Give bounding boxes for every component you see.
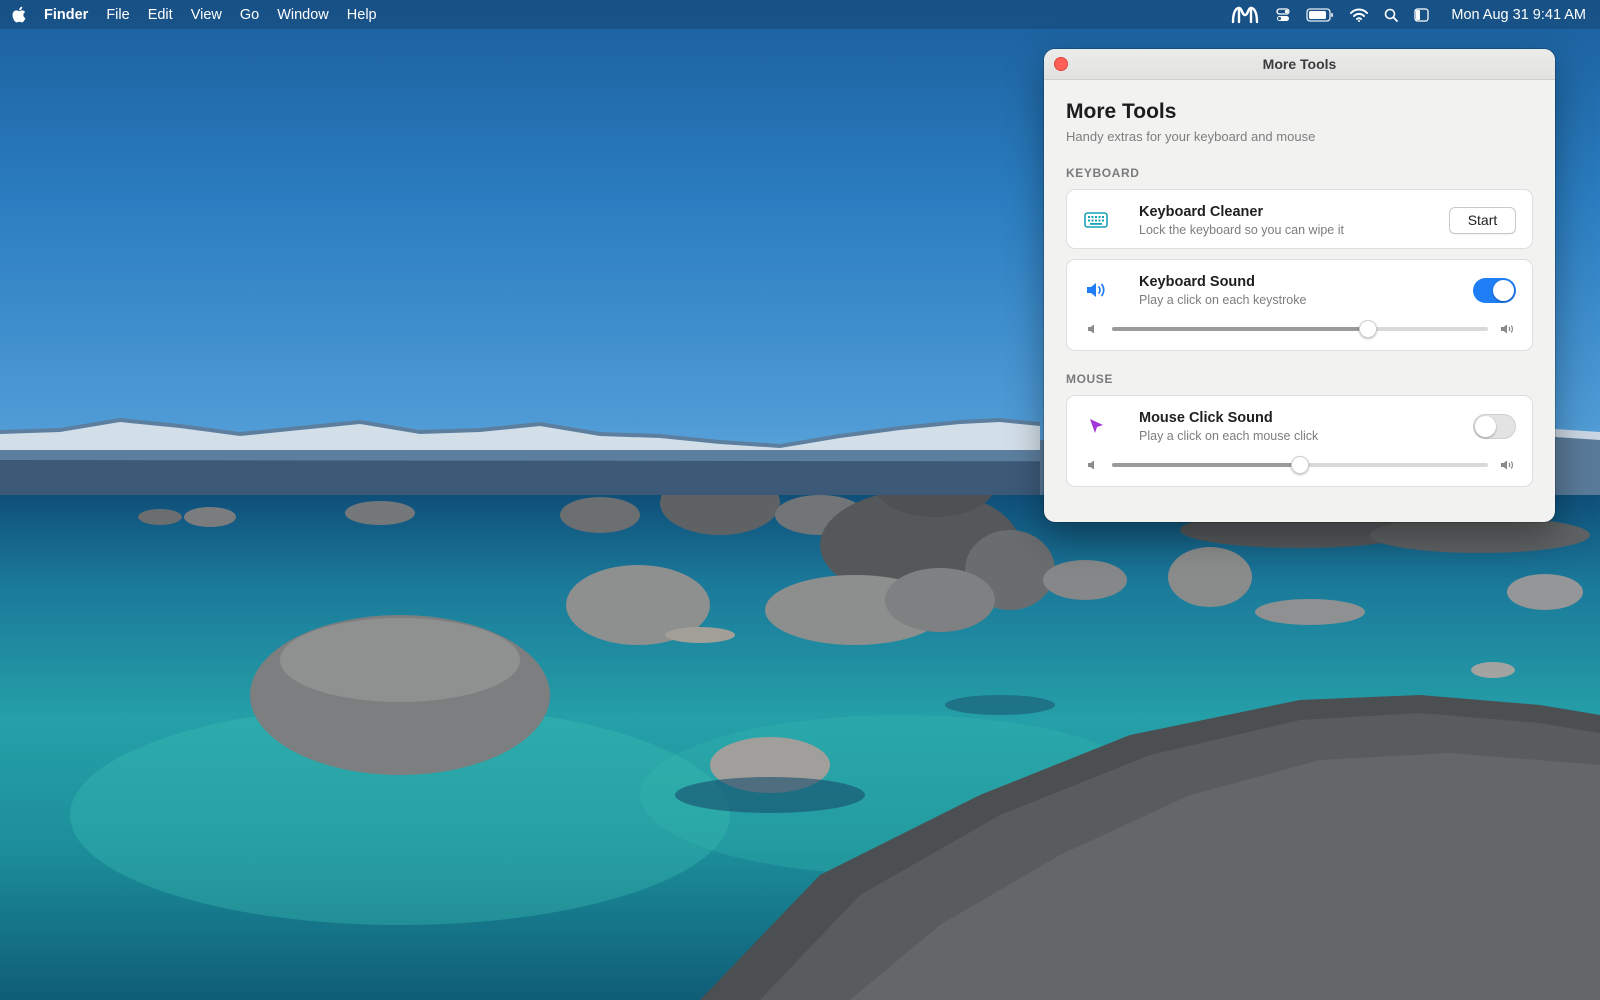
cursor-arrow-icon: [1084, 414, 1108, 438]
section-label-mouse: MOUSE: [1066, 372, 1114, 386]
section-label-keyboard: KEYBOARD: [1066, 166, 1140, 180]
menu-view[interactable]: View: [191, 7, 222, 23]
battery-icon[interactable]: [1306, 7, 1334, 22]
mouse-click-sound-volume-slider[interactable]: [1112, 456, 1488, 474]
control-center-toggle-icon[interactable]: [1276, 7, 1291, 22]
slider-thumb[interactable]: [1358, 320, 1377, 338]
keyboard-icon: [1084, 208, 1108, 232]
mouse-click-sound-title: Mouse Click Sound: [1139, 409, 1273, 426]
slider-fill: [1112, 463, 1300, 467]
slider-fill: [1112, 327, 1368, 331]
volume-low-icon: [1084, 322, 1100, 336]
menu-bar-right: Mon Aug 31 9:41 AM: [1214, 6, 1586, 24]
keyboard-cleaner-card: Keyboard Cleaner Lock the keyboard so yo…: [1066, 189, 1533, 249]
toggle-knob: [1475, 415, 1496, 437]
volume-high-icon: [1500, 322, 1516, 336]
wallpaper-rocks: [70, 495, 1600, 1000]
spotlight-search-icon[interactable]: [1384, 8, 1399, 22]
window-title: More Tools: [1262, 56, 1337, 72]
volume-low-icon: [1084, 458, 1100, 472]
page-subtitle: Handy extras for your keyboard and mouse: [1066, 129, 1316, 144]
apple-logo-icon[interactable]: [12, 6, 26, 23]
mouse-click-sound-card: Mouse Click Sound Play a click on each m…: [1066, 395, 1533, 487]
menu-bar-left: Finder File Edit View Go Window Help: [12, 6, 395, 23]
volume-high-icon: [1500, 458, 1516, 472]
menu-clock[interactable]: Mon Aug 31 9:41 AM: [1451, 7, 1586, 23]
keyboard-sound-volume-slider[interactable]: [1112, 320, 1488, 338]
keyboard-cleaner-title: Keyboard Cleaner: [1139, 203, 1264, 220]
close-button[interactable]: [1054, 57, 1068, 71]
menu-window[interactable]: Window: [277, 7, 329, 23]
window-titlebar[interactable]: More Tools: [1044, 49, 1555, 80]
keyboard-sound-card: Keyboard Sound Play a click on each keys…: [1066, 259, 1533, 351]
slider-thumb[interactable]: [1291, 456, 1309, 474]
mouse-click-sound-description: Play a click on each mouse click: [1139, 428, 1319, 443]
keyboard-cleaner-start-button[interactable]: Start: [1449, 206, 1516, 234]
keyboard-sound-toggle[interactable]: [1473, 277, 1516, 303]
menu-file[interactable]: File: [106, 7, 129, 23]
mouse-click-sound-toggle[interactable]: [1473, 413, 1516, 439]
keyboard-cleaner-description: Lock the keyboard so you can wipe it: [1139, 222, 1344, 237]
page-title: More Tools: [1066, 100, 1177, 123]
wifi-icon[interactable]: [1350, 8, 1369, 22]
keyboard-sound-title: Keyboard Sound: [1139, 273, 1256, 290]
toggle-knob: [1493, 279, 1514, 301]
menu-help[interactable]: Help: [347, 7, 377, 23]
menu-app-name[interactable]: Finder: [44, 7, 88, 23]
menu-go[interactable]: Go: [240, 7, 259, 23]
window-content: More Tools Handy extras for your keyboar…: [1044, 80, 1555, 487]
menu-bar: Finder File Edit View Go Window Help Mon…: [0, 0, 1600, 29]
m-logo-icon[interactable]: [1230, 6, 1260, 24]
sidebar-icon[interactable]: [1414, 7, 1430, 22]
more-tools-window: More Tools More Tools Handy extras for y…: [1044, 49, 1555, 522]
keyboard-sound-description: Play a click on each keystroke: [1139, 292, 1307, 307]
speaker-icon: [1084, 278, 1108, 302]
menu-edit[interactable]: Edit: [148, 7, 173, 23]
